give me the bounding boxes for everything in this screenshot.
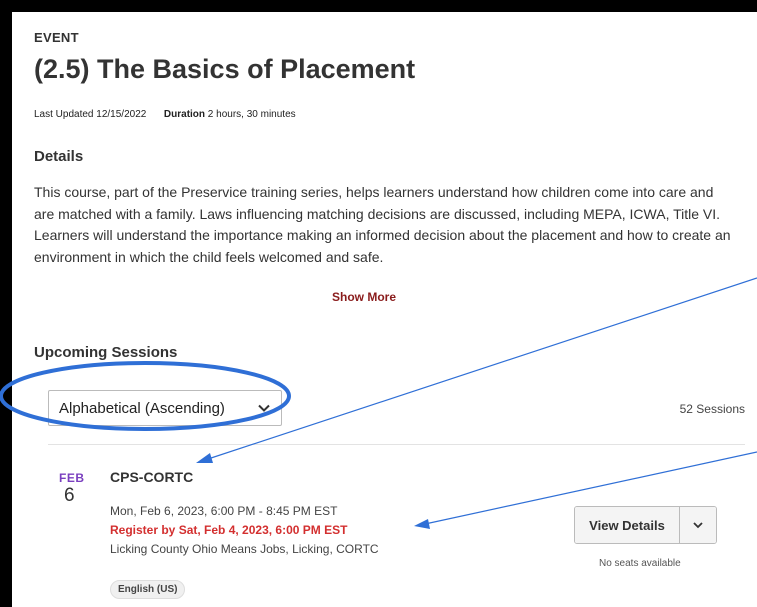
view-details-menu-button[interactable] xyxy=(680,507,716,543)
sessions-count: 52 Sessions xyxy=(679,402,745,416)
details-description: This course, part of the Preservice trai… xyxy=(34,184,731,265)
divider xyxy=(48,444,745,445)
sort-selected-value: Alphabetical (Ascending) xyxy=(59,399,225,417)
show-more-link[interactable]: Show More xyxy=(332,290,396,304)
session-month: FEB xyxy=(59,471,85,485)
view-details-button[interactable]: View Details xyxy=(575,507,680,543)
chevron-down-icon xyxy=(258,404,270,412)
session-day: 6 xyxy=(64,485,75,506)
session-register-by: Register by Sat, Feb 4, 2023, 6:00 PM ES… xyxy=(110,523,348,537)
last-updated-value: 12/15/2022 xyxy=(96,109,147,120)
sort-dropdown[interactable]: Alphabetical (Ascending) xyxy=(48,390,282,426)
session-title: CPS-CORTC xyxy=(110,469,194,485)
event-page: EVENT (2.5) The Basics of Placement Last… xyxy=(12,12,757,607)
duration-label: Duration xyxy=(163,109,206,120)
page-title: (2.5) The Basics of Placement xyxy=(34,54,416,84)
last-updated-label: Last Updated xyxy=(34,109,94,120)
event-eyebrow: EVENT xyxy=(34,30,79,45)
session-location: Licking County Ohio Means Jobs, Licking,… xyxy=(110,542,379,556)
duration-value: 2 hours, 30 minutes xyxy=(207,109,296,120)
availability-text: No seats available xyxy=(599,558,681,569)
chevron-down-icon xyxy=(693,522,703,529)
upcoming-sessions-heading: Upcoming Sessions xyxy=(34,344,178,361)
details-heading: Details xyxy=(34,148,84,165)
view-details-button-group: View Details xyxy=(574,506,717,544)
event-meta: Last Updated 12/15/2022 Duration 2 hours… xyxy=(34,109,296,120)
language-badge: English (US) xyxy=(110,580,186,599)
session-time: Mon, Feb 6, 2023, 6:00 PM - 8:45 PM EST xyxy=(110,504,338,518)
